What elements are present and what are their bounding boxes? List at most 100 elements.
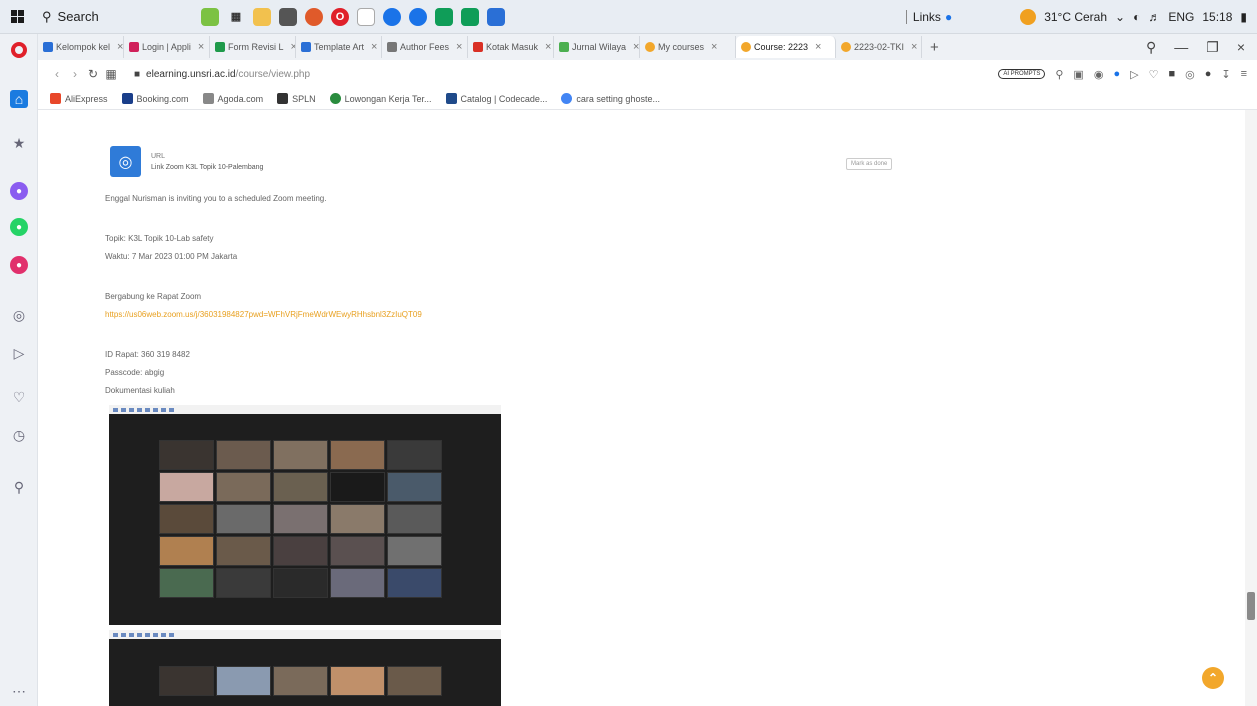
heart-icon[interactable]: ♡ bbox=[1149, 68, 1159, 81]
more-icon[interactable]: ⋯ bbox=[10, 682, 28, 700]
pinboard-icon[interactable]: ★ bbox=[10, 134, 28, 152]
app-icon-green-2[interactable] bbox=[461, 7, 479, 26]
bookmark[interactable]: Booking.com bbox=[121, 93, 189, 104]
join-label: Bergabung ke Rapat Zoom bbox=[105, 292, 202, 301]
tab[interactable]: Kelompok kel × bbox=[38, 36, 124, 58]
extension-icon[interactable]: ■ bbox=[1168, 68, 1175, 80]
tab[interactable]: Login | Appli × bbox=[124, 36, 210, 58]
notification-icon[interactable]: ▮ bbox=[1240, 10, 1247, 24]
file-explorer-icon[interactable] bbox=[253, 7, 271, 26]
ai-prompts-button[interactable]: AI PROMPTS bbox=[998, 69, 1046, 79]
tab-favicon bbox=[387, 42, 397, 52]
tab[interactable]: Jurnal Wilaya × bbox=[554, 36, 640, 58]
reload-icon[interactable]: ↻ bbox=[84, 67, 102, 81]
windows-start-button[interactable] bbox=[0, 0, 34, 34]
music-player-icon[interactable]: ◎ bbox=[10, 306, 28, 324]
app-icon-green[interactable] bbox=[435, 7, 453, 26]
restore-button[interactable]: ❐ bbox=[1206, 39, 1219, 56]
play-icon[interactable]: ▷ bbox=[1130, 68, 1138, 81]
bookmark[interactable]: cara setting ghoste... bbox=[561, 93, 660, 104]
close-icon[interactable]: × bbox=[198, 41, 204, 53]
chevron-up-icon[interactable]: ⌄ bbox=[1115, 10, 1125, 24]
tab[interactable]: My courses × bbox=[640, 36, 736, 58]
download-icon[interactable]: ↧ bbox=[1221, 68, 1230, 81]
bookmark[interactable]: SPLN bbox=[277, 93, 316, 104]
minimize-button[interactable]: — bbox=[1174, 39, 1188, 56]
tab-favicon bbox=[645, 42, 655, 52]
scrollbar-thumb[interactable] bbox=[1247, 592, 1255, 620]
back-button[interactable]: ‹ bbox=[48, 67, 66, 81]
close-icon[interactable]: × bbox=[117, 41, 123, 53]
whatsapp-icon[interactable]: ● bbox=[10, 218, 28, 236]
store-icon[interactable] bbox=[279, 7, 297, 26]
tab[interactable]: Author Fees × bbox=[382, 36, 468, 58]
notepad-icon[interactable] bbox=[357, 7, 375, 26]
bookmark[interactable]: Catalog | Codecade... bbox=[445, 93, 548, 104]
taskbar-search[interactable]: ⚲ Search bbox=[34, 4, 189, 30]
edge-icon[interactable] bbox=[409, 7, 427, 26]
tab[interactable]: Form Revisi L× bbox=[210, 36, 296, 58]
tab[interactable]: Kotak Masuk × bbox=[468, 36, 554, 58]
snapshot-icon[interactable]: ▣ bbox=[1073, 68, 1083, 81]
heart-icon[interactable]: ♡ bbox=[10, 388, 28, 406]
mark-as-done-button[interactable]: Mark as done bbox=[846, 158, 893, 170]
volume-icon[interactable]: ♬ bbox=[1148, 10, 1160, 24]
close-icon[interactable]: × bbox=[371, 41, 377, 53]
close-icon[interactable]: × bbox=[545, 41, 551, 53]
weather-text[interactable]: 31°C Cerah bbox=[1044, 10, 1107, 24]
page-scrollbar[interactable] bbox=[1245, 110, 1257, 706]
opera-taskbar-icon[interactable]: O bbox=[331, 7, 349, 26]
instagram-icon[interactable]: ● bbox=[10, 256, 28, 274]
clock[interactable]: 15:18 bbox=[1202, 10, 1232, 24]
send-icon[interactable]: ▷ bbox=[10, 344, 28, 362]
pin-icon[interactable]: ⚲ bbox=[10, 478, 28, 496]
close-icon[interactable]: × bbox=[711, 41, 717, 53]
close-window-button[interactable]: × bbox=[1237, 39, 1245, 56]
close-icon[interactable]: × bbox=[633, 41, 639, 53]
photos-icon[interactable] bbox=[487, 7, 505, 26]
bookmark[interactable]: AliExpress bbox=[50, 93, 108, 104]
links-toolbar[interactable]: Links ● bbox=[905, 9, 952, 24]
history-icon[interactable]: ◷ bbox=[10, 426, 28, 444]
zoom-link[interactable]: https://us06web.zoom.us/j/36031984827pwd… bbox=[105, 310, 422, 319]
participant-tile bbox=[159, 472, 214, 502]
task-view-icon[interactable]: ▦ bbox=[227, 8, 245, 26]
tab-active[interactable]: Course: 2223 × bbox=[736, 36, 836, 58]
chrome-icon[interactable] bbox=[383, 7, 401, 26]
profile-icon[interactable]: ● bbox=[1205, 68, 1212, 80]
close-icon[interactable]: × bbox=[815, 41, 821, 53]
url-activity[interactable]: ◎ URL Link Zoom K3L Topik 10-Palembang bbox=[110, 146, 263, 177]
app-icon[interactable] bbox=[305, 7, 323, 26]
widgets-icon[interactable] bbox=[201, 7, 219, 26]
opera-logo-icon[interactable] bbox=[11, 42, 27, 58]
url-field[interactable]: ■ elearning.unsri.ac.id/course/view.php bbox=[134, 69, 310, 80]
participant-tile bbox=[387, 504, 442, 534]
invite-text: Enggal Nurisman is inviting you to a sch… bbox=[105, 194, 327, 203]
bookmark[interactable]: Agoda.com bbox=[202, 93, 263, 104]
close-icon[interactable]: × bbox=[456, 41, 462, 53]
tab-label: Kotak Masuk bbox=[486, 42, 539, 52]
participant-tile bbox=[387, 440, 442, 470]
tab[interactable]: 2223-02-TKI × bbox=[836, 36, 922, 58]
bookmark-label: Catalog | Codecade... bbox=[460, 93, 548, 104]
close-icon[interactable]: × bbox=[911, 41, 917, 53]
messenger-icon[interactable]: ● bbox=[10, 182, 28, 200]
job-icon bbox=[329, 93, 341, 104]
activity-name[interactable]: Link Zoom K3L Topik 10-Palembang bbox=[151, 162, 263, 173]
camera-icon[interactable]: ◉ bbox=[1094, 68, 1104, 81]
vpn-icon[interactable]: ◎ bbox=[1185, 68, 1195, 81]
home-icon[interactable]: ⌂ bbox=[10, 90, 28, 108]
language-indicator[interactable]: ENG bbox=[1168, 10, 1194, 24]
bookmark[interactable]: Lowongan Kerja Ter... bbox=[329, 93, 432, 104]
new-tab-button[interactable]: + bbox=[922, 39, 947, 56]
search-tabs-icon[interactable]: ⚲ bbox=[1146, 39, 1156, 56]
agoda-icon bbox=[202, 93, 214, 104]
search-icon[interactable]: ⚲ bbox=[1055, 68, 1063, 81]
shield-icon[interactable]: ● bbox=[1113, 68, 1120, 80]
speed-dial-icon[interactable]: ▦ bbox=[102, 67, 120, 81]
network-icon[interactable]: ◐ bbox=[1133, 10, 1140, 24]
forward-button[interactable]: › bbox=[66, 67, 84, 81]
back-to-top-button[interactable]: ⌃ bbox=[1202, 667, 1224, 689]
tab[interactable]: Template Art × bbox=[296, 36, 382, 58]
menu-icon[interactable]: ≡ bbox=[1241, 68, 1247, 80]
